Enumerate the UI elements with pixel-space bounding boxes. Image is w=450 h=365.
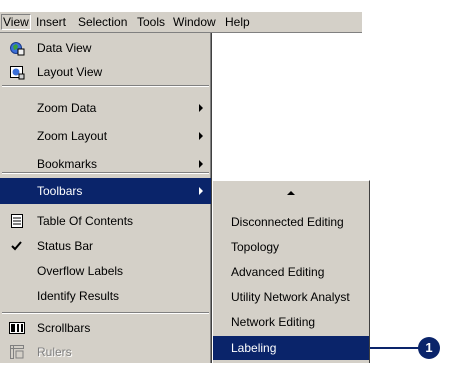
submenu-item-label: Advanced Editing xyxy=(231,265,325,279)
menu-separator xyxy=(2,312,209,314)
menu-item-label: Rulers xyxy=(37,345,72,359)
menu-item-label: Bookmarks xyxy=(37,157,98,171)
menu-item-label: Layout View xyxy=(37,65,103,79)
layout-page-icon xyxy=(9,64,25,80)
menu-item-layout-view[interactable]: Layout View xyxy=(0,59,211,85)
menu-item-label: Overflow Labels xyxy=(37,264,124,278)
menu-item-status-bar[interactable]: Status Bar xyxy=(0,233,211,259)
submenu-item-topology[interactable]: Topology xyxy=(213,235,369,259)
menu-item-rulers: Rulers xyxy=(0,339,211,365)
callout-number-badge: 1 xyxy=(418,337,440,359)
menu-item-zoom-layout[interactable]: Zoom Layout xyxy=(0,123,211,149)
submenu-item-labeling[interactable]: Labeling xyxy=(213,336,369,360)
submenu-arrow-icon xyxy=(199,160,203,168)
menu-item-label: Data View xyxy=(37,41,92,55)
menu-item-label: Identify Results xyxy=(37,289,120,303)
menu-insert[interactable]: Insert xyxy=(34,15,68,29)
menu-item-overflow-labels[interactable]: Overflow Labels xyxy=(0,258,211,284)
submenu-item-network-editing[interactable]: Network Editing xyxy=(213,310,369,334)
menu-separator xyxy=(2,85,209,87)
menu-item-scrollbars[interactable]: Scrollbars xyxy=(0,315,211,341)
submenu-arrow-icon xyxy=(199,104,203,112)
menu-item-zoom-data[interactable]: Zoom Data xyxy=(0,95,211,121)
submenu-item-disconnected-editing[interactable]: Disconnected Editing xyxy=(213,210,369,234)
menu-item-table-of-contents[interactable]: Table Of Contents xyxy=(0,208,211,234)
toolbars-submenu: Disconnected Editing Topology Advanced E… xyxy=(212,180,370,363)
callout-line xyxy=(370,347,420,349)
menu-item-data-view[interactable]: Data View xyxy=(0,35,211,61)
menu-separator xyxy=(2,172,209,174)
submenu-arrow-icon xyxy=(199,187,203,195)
submenu-item-label: Labeling xyxy=(231,341,277,355)
menu-item-identify-results[interactable]: Identify Results xyxy=(0,283,211,309)
globe-map-icon xyxy=(9,40,25,56)
scrollbars-icon xyxy=(9,320,25,336)
menu-view[interactable]: View xyxy=(1,14,31,30)
rulers-icon xyxy=(9,344,25,360)
scroll-up-arrow-icon[interactable] xyxy=(287,191,295,195)
checkmark-icon xyxy=(9,238,25,254)
submenu-item-label: Network Editing xyxy=(231,315,316,329)
menu-item-label: Scrollbars xyxy=(37,321,91,335)
submenu-item-label: Utility Network Analyst xyxy=(231,290,350,304)
menu-item-label: Zoom Layout xyxy=(37,129,108,143)
submenu-item-label: Disconnected Editing xyxy=(231,215,344,229)
submenu-arrow-icon xyxy=(199,132,203,140)
menu-help[interactable]: Help xyxy=(223,15,252,29)
table-of-contents-icon xyxy=(9,213,25,229)
menu-item-label: Table Of Contents xyxy=(37,214,134,228)
menu-item-label: Zoom Data xyxy=(37,101,97,115)
menu-item-label: Status Bar xyxy=(37,239,94,253)
menu-item-toolbars[interactable]: Toolbars xyxy=(0,178,211,204)
submenu-item-utility-network-analyst[interactable]: Utility Network Analyst xyxy=(213,285,369,309)
submenu-item-advanced-editing[interactable]: Advanced Editing xyxy=(213,260,369,284)
menu-window[interactable]: Window xyxy=(171,15,218,29)
view-menu: Data View Layout View Zoom Data Zoom Lay… xyxy=(0,33,212,363)
menu-tools[interactable]: Tools xyxy=(135,15,167,29)
menu-bar: View Insert Selection Tools Window Help xyxy=(0,11,362,33)
menu-item-label: Toolbars xyxy=(37,184,83,198)
submenu-item-label: Topology xyxy=(231,240,280,254)
menu-selection[interactable]: Selection xyxy=(76,15,129,29)
